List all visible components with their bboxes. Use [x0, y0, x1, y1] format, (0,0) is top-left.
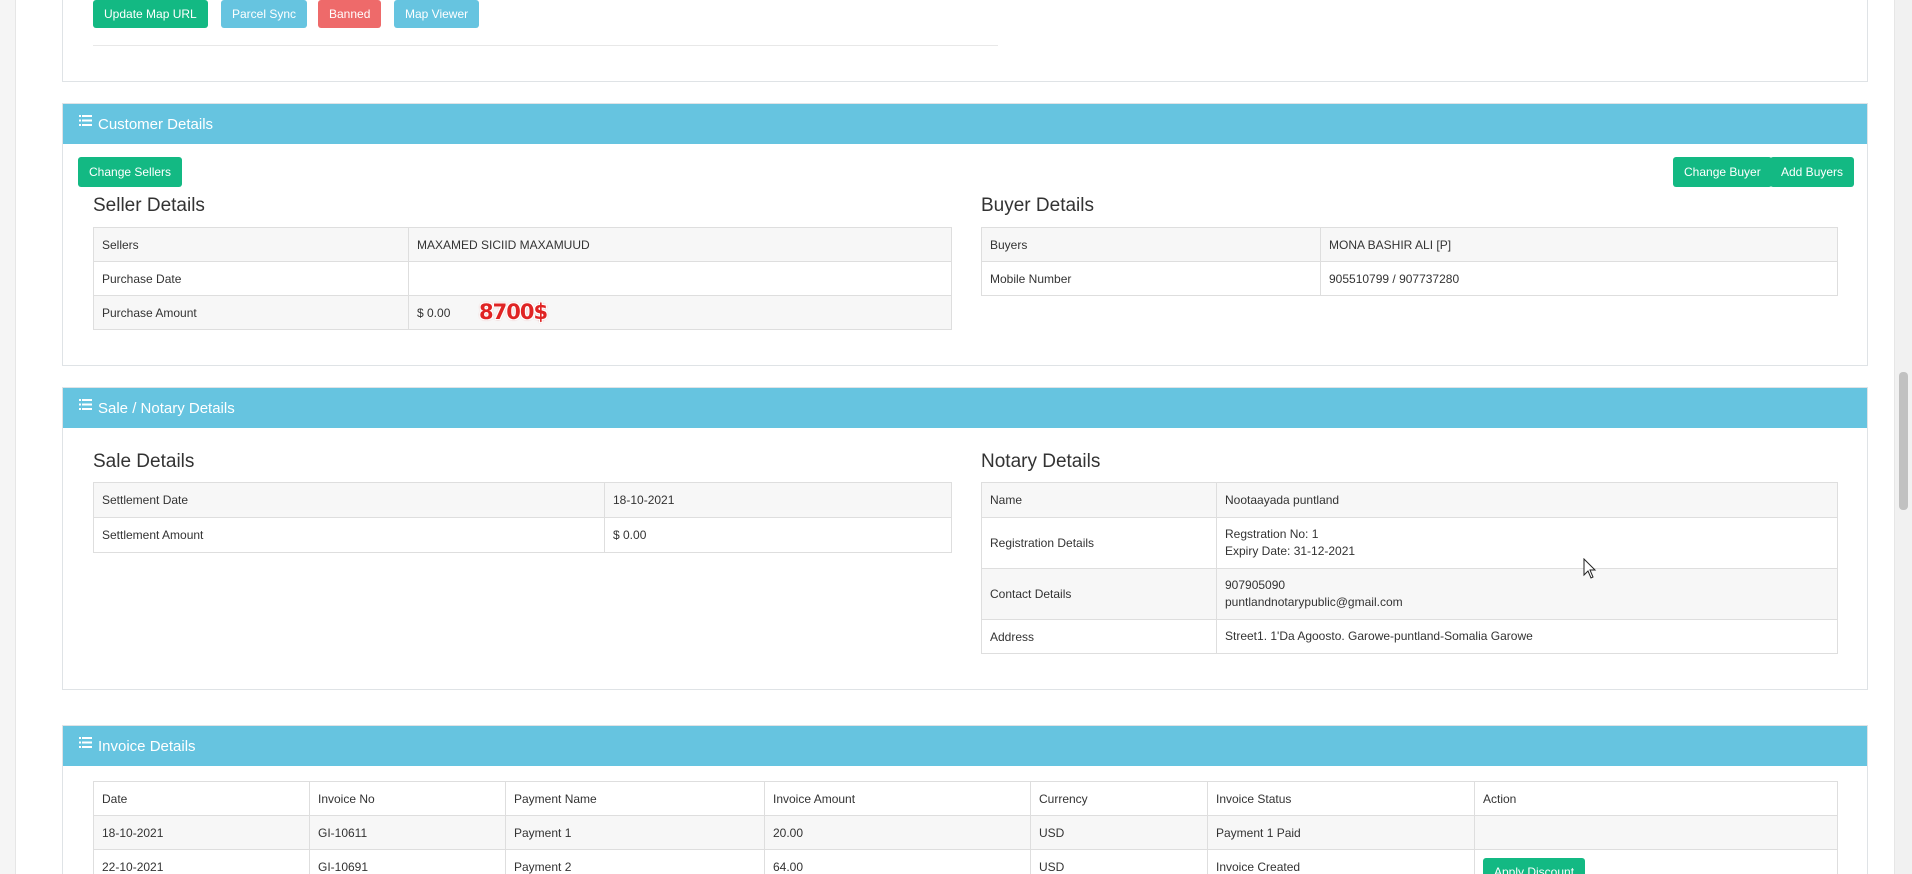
cell-date: 22-10-2021 — [93, 849, 310, 874]
cell-invoice-amount: 20.00 — [764, 815, 1031, 850]
column-header-payment-name: Payment Name — [505, 781, 765, 816]
column-header-invoice-amount: Invoice Amount — [764, 781, 1031, 816]
value-line: Street1. 1'Da Agoosto. Garowe-puntland-S… — [1225, 629, 1533, 643]
cell-invoice-no: GI-10611 — [309, 815, 506, 850]
cell-payment-name: Payment 1 — [505, 815, 765, 850]
update-map-url-button[interactable]: Update Map URL — [93, 0, 208, 28]
cell-currency: USD — [1030, 815, 1208, 850]
row-label: Settlement Date — [93, 482, 605, 518]
table-row: Address Street1. 1'Da Agoosto. Garowe-pu… — [981, 619, 1838, 654]
list-icon — [79, 736, 92, 748]
invoice-details-header: Invoice Details — [63, 726, 1867, 766]
notary-details-table: Name Nootaayada puntland Registration De… — [981, 482, 1838, 654]
column-header-action: Action — [1474, 781, 1838, 816]
row-value: 907905090 puntlandnotarypublic@gmail.com — [1216, 568, 1838, 620]
row-value: MONA BASHIR ALI [P] — [1320, 227, 1838, 262]
scrollbar-thumb[interactable] — [1899, 372, 1908, 510]
table-row: Registration Details Regstration No: 1 E… — [981, 517, 1838, 569]
parcel-sync-button[interactable]: Parcel Sync — [221, 0, 308, 28]
row-label: Buyers — [981, 227, 1321, 262]
map-viewer-button[interactable]: Map Viewer — [394, 0, 480, 28]
row-label: Sellers — [93, 227, 409, 262]
panel-title: Sale / Notary Details — [98, 399, 235, 417]
apply-discount-button[interactable]: Apply Discount — [1483, 858, 1586, 874]
value-line: Nootaayada puntland — [1225, 492, 1340, 507]
row-label: Purchase Amount — [93, 295, 409, 330]
sale-notary-panel: Sale / Notary Details Sale Details Settl… — [62, 387, 1868, 690]
cell-invoice-amount: 64.00 — [764, 849, 1031, 874]
row-label: Settlement Amount — [93, 517, 605, 553]
value-line: Regstration No: 1 — [1225, 527, 1319, 541]
table-row: Mobile Number 905510799 / 907737280 — [981, 261, 1838, 296]
row-label: Name — [981, 482, 1217, 518]
buyer-details-heading: Buyer Details — [981, 195, 1094, 216]
row-label: Purchase Date — [93, 261, 409, 296]
handwritten-amount-annotation: 8700$ — [479, 300, 548, 324]
change-sellers-button[interactable]: Change Sellers — [78, 157, 183, 187]
column-header-date: Date — [93, 781, 310, 816]
table-row: Sellers MAXAMED SICIID MAXAMUUD — [93, 227, 952, 262]
row-value: Street1. 1'Da Agoosto. Garowe-puntland-S… — [1216, 619, 1838, 654]
table-header-row: Date Invoice No Payment Name Invoice Amo… — [93, 781, 1838, 816]
column-header-currency: Currency — [1030, 781, 1208, 816]
cell-action — [1474, 815, 1838, 850]
cell-action: Apply Discount — [1474, 849, 1838, 874]
row-value: Regstration No: 1 Expiry Date: 31-12-202… — [1216, 517, 1838, 569]
sale-details-table: Settlement Date 18-10-2021 Settlement Am… — [93, 482, 952, 553]
buyer-details-table: Buyers MONA BASHIR ALI [P] Mobile Number… — [981, 227, 1838, 296]
table-row: Name Nootaayada puntland — [981, 482, 1838, 518]
invoice-table: Date Invoice No Payment Name Invoice Amo… — [93, 781, 1838, 874]
row-label: Registration Details — [981, 517, 1217, 569]
table-row: Contact Details 907905090 puntlandnotary… — [981, 568, 1838, 620]
cell-payment-name: Payment 2 — [505, 849, 765, 874]
sale-notary-header: Sale / Notary Details — [63, 388, 1867, 428]
table-row: 22-10-2021 GI-10691 Payment 2 64.00 USD … — [93, 849, 1838, 874]
row-label: Mobile Number — [981, 261, 1321, 296]
vertical-scrollbar[interactable] — [1895, 0, 1912, 874]
cell-invoice-no: GI-10691 — [309, 849, 506, 874]
divider — [93, 45, 998, 46]
cell-invoice-status: Payment 1 Paid — [1207, 815, 1475, 850]
add-buyers-button[interactable]: Add Buyers — [1770, 157, 1855, 187]
cell-date: 18-10-2021 — [93, 815, 310, 850]
banned-button[interactable]: Banned — [318, 0, 382, 28]
row-value: Nootaayada puntland — [1216, 482, 1838, 518]
row-value: 18-10-2021 — [604, 482, 952, 518]
list-icon — [79, 398, 92, 410]
list-icon — [79, 114, 92, 126]
notary-details-heading: Notary Details — [981, 451, 1101, 472]
cell-invoice-status: Invoice Created — [1207, 849, 1475, 874]
column-header-invoice-no: Invoice No — [309, 781, 506, 816]
column-header-invoice-status: Invoice Status — [1207, 781, 1475, 816]
value-line: 907905090 — [1225, 578, 1286, 592]
page-content: Update Map URL Parcel Sync Banned Map Vi… — [15, 0, 1895, 874]
customer-details-header: Customer Details — [63, 104, 1867, 144]
parcel-actions-panel: Update Map URL Parcel Sync Banned Map Vi… — [62, 0, 1868, 82]
row-label: Contact Details — [981, 568, 1217, 620]
seller-details-heading: Seller Details — [93, 195, 205, 216]
cell-currency: USD — [1030, 849, 1208, 874]
table-row: Purchase Date — [93, 261, 952, 296]
table-row: Settlement Date 18-10-2021 — [93, 482, 952, 518]
row-value: MAXAMED SICIID MAXAMUUD — [408, 227, 952, 262]
value-line: Expiry Date: 31-12-2021 — [1225, 544, 1356, 558]
row-value — [408, 261, 952, 296]
change-buyer-button[interactable]: Change Buyer — [1673, 157, 1772, 187]
sale-details-heading: Sale Details — [93, 451, 195, 472]
customer-details-panel: Customer Details Change Sellers Change B… — [62, 103, 1868, 366]
table-row: Settlement Amount $ 0.00 — [93, 517, 952, 553]
value-line: puntlandnotarypublic@gmail.com — [1225, 595, 1403, 609]
row-value: 905510799 / 907737280 — [1320, 261, 1838, 296]
invoice-details-panel: Invoice Details Date Invoice No Payment … — [62, 725, 1868, 874]
panel-title: Invoice Details — [98, 737, 196, 755]
row-label: Address — [981, 619, 1217, 654]
table-row: 18-10-2021 GI-10611 Payment 1 20.00 USD … — [93, 815, 1838, 850]
panel-title: Customer Details — [98, 115, 214, 133]
row-value: $ 0.00 — [604, 517, 952, 553]
table-row: Buyers MONA BASHIR ALI [P] — [981, 227, 1838, 262]
mouse-cursor-icon — [1583, 558, 1597, 579]
